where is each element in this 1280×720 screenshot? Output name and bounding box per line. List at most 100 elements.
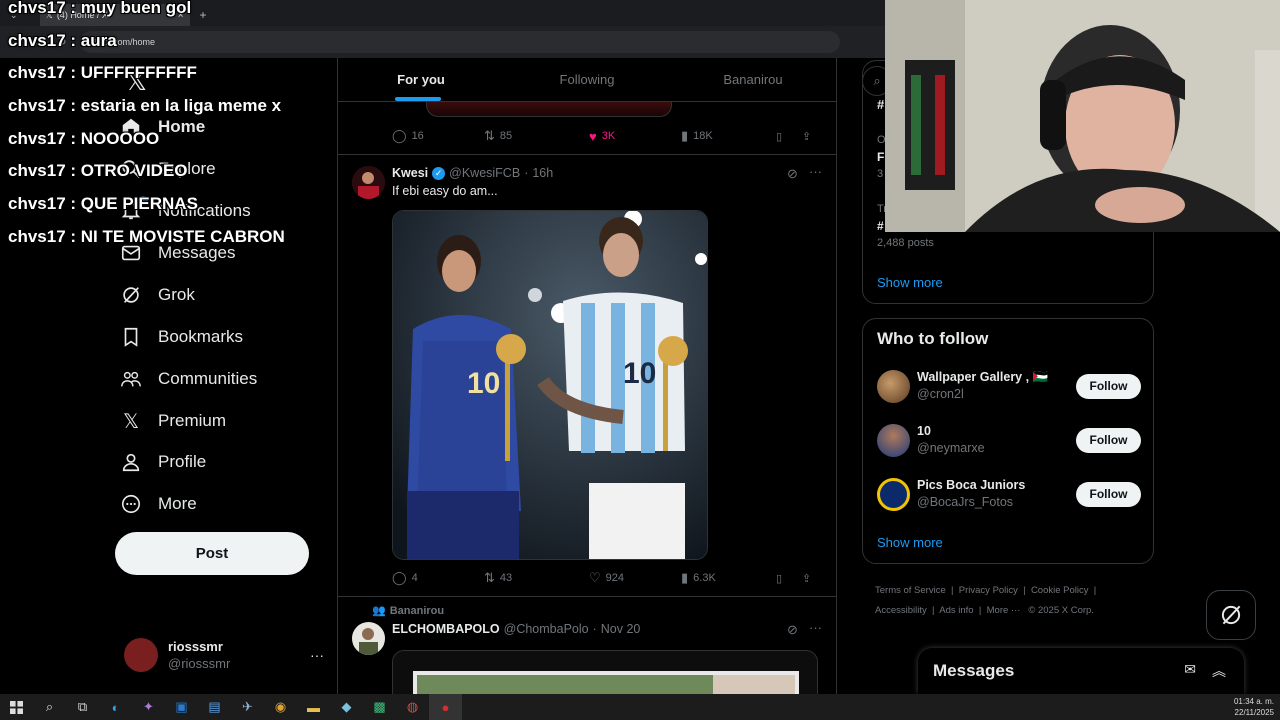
footer-link[interactable]: Cookie Policy — [1031, 585, 1089, 596]
follow-button[interactable]: Follow — [1076, 427, 1141, 453]
tweet-handle[interactable]: @ChombaPolo — [504, 622, 589, 636]
chat-message: chvs17 : NOOOOO — [8, 128, 160, 148]
previous-tweet-media[interactable] — [426, 102, 672, 117]
verified-badge-icon: ✓ — [432, 166, 446, 180]
chat-user: chvs17 — [8, 194, 66, 214]
copilot-icon[interactable]: ✦ — [132, 694, 165, 720]
follow-suggestion[interactable]: Wallpaper Gallery , 🇵🇸 @cron2l Follow — [877, 366, 1141, 406]
trend-hashtag[interactable]: # — [877, 97, 884, 112]
clock-date: 22/11/2025 — [1234, 708, 1274, 717]
tweet-time[interactable]: Nov 20 — [601, 622, 641, 636]
footer-link[interactable]: Accessibility — [875, 605, 927, 616]
tweet-avatar[interactable] — [352, 166, 385, 199]
tab-following[interactable]: Following — [504, 58, 670, 101]
bookmark-icon[interactable]: ▯ — [776, 572, 802, 585]
footer-link[interactable]: More ··· — [987, 605, 1021, 616]
follow-button[interactable]: Follow — [1076, 373, 1141, 399]
chat-user: chvs17 — [8, 128, 66, 148]
nav-premium[interactable]: 𝕏 Premium — [120, 410, 226, 433]
nav-more[interactable]: More — [120, 493, 197, 515]
follow-suggestion[interactable]: 10 @neymarxe Follow — [877, 420, 1141, 460]
tool-icon[interactable]: ✈ — [231, 694, 264, 720]
app-green-icon[interactable]: ▩ — [363, 694, 396, 720]
tweet-photo[interactable]: 10 10 — [392, 210, 708, 560]
chrome-icon[interactable]: ◍ — [396, 694, 429, 720]
boca-juniors-logo-icon — [877, 477, 910, 511]
bookmark-icon[interactable]: ▯ — [776, 130, 802, 143]
svg-text:10: 10 — [467, 367, 500, 400]
reply-button[interactable]: ◯ 4 — [392, 570, 484, 586]
taskbar-clock[interactable]: 01:34 a. m. 22/11/2025 — [1234, 696, 1274, 718]
grok-icon[interactable]: ⊘ — [787, 166, 798, 182]
grok-button[interactable] — [1206, 590, 1256, 640]
social-context-text[interactable]: Bananirou — [390, 605, 444, 617]
task-view-icon[interactable]: ⧉ — [66, 694, 99, 720]
repost-button[interactable]: ⇅ 85 — [484, 128, 589, 144]
tab-bananirou[interactable]: Bananirou — [670, 58, 836, 101]
grok-icon[interactable]: ⊘ — [787, 622, 798, 638]
messages-drawer[interactable]: Messages ✉ ︽ — [918, 648, 1244, 694]
like-button[interactable]: ♡ 924 — [589, 570, 681, 586]
chat-message: chvs17 : aura — [8, 30, 117, 50]
timeline-tabs: For you Following Bananirou — [338, 58, 836, 102]
like-button[interactable]: ♥ 3K — [589, 129, 681, 144]
tab-for-you[interactable]: For you — [338, 58, 504, 101]
share-icon[interactable]: ⇪ — [802, 572, 811, 585]
views-icon: ▮ — [681, 128, 689, 143]
edge-icon[interactable]: ◐ — [99, 694, 132, 720]
svg-text:10: 10 — [623, 357, 656, 390]
account-switcher[interactable]: riosssmr @riosssmr ··· — [124, 638, 324, 672]
tweet-handle[interactable]: @KwesiFCB — [449, 166, 520, 180]
store-icon[interactable]: ▤ — [198, 694, 231, 720]
folder-icon[interactable]: ▬ — [297, 694, 330, 720]
outlook-icon[interactable]: ▣ — [165, 694, 198, 720]
tweet-author-name[interactable]: Kwesi — [392, 166, 428, 180]
nav-grok[interactable]: Grok — [120, 284, 195, 306]
nav-bookmarks[interactable]: Bookmarks — [120, 326, 243, 348]
bookmark-icon — [120, 326, 142, 348]
account-menu-icon[interactable]: ··· — [310, 647, 324, 663]
footer-link[interactable]: Ads info — [939, 605, 973, 616]
x-icon: 𝕏 — [122, 410, 140, 433]
views-button[interactable]: ▮ 18K — [681, 128, 776, 144]
reply-count: 4 — [411, 572, 418, 584]
tweet-dot: · — [592, 622, 597, 636]
footer-link[interactable]: Terms of Service — [875, 585, 946, 596]
clock-time: 01:34 a. m. — [1233, 697, 1274, 706]
trends-show-more-link[interactable]: Show more — [877, 275, 943, 290]
tweet-avatar[interactable] — [352, 622, 385, 655]
app-icon[interactable]: ◆ — [330, 694, 363, 720]
windows-start-icon[interactable] — [0, 694, 33, 720]
divider — [338, 154, 836, 155]
suggestion-handle: @BocaJrs_Fotos — [917, 495, 1014, 509]
recording-icon[interactable]: ● — [429, 694, 462, 720]
tweet-author-name[interactable]: ELCHOMBAPOLO — [392, 622, 500, 636]
footer-link[interactable]: Privacy Policy — [959, 585, 1018, 596]
views-icon: ▮ — [681, 570, 689, 585]
follow-button[interactable]: Follow — [1076, 481, 1141, 507]
trend-title[interactable]: # — [877, 219, 884, 233]
chat-text: NI TE MOVISTE CABRON — [80, 226, 285, 246]
social-context: 👥 Bananirou — [372, 604, 444, 618]
who-to-follow-show-more-link[interactable]: Show more — [877, 535, 943, 550]
expand-up-icon[interactable]: ︽ — [1212, 661, 1226, 681]
nav-profile[interactable]: Profile — [120, 451, 206, 473]
more-icon[interactable]: ··· — [809, 620, 822, 635]
reply-icon: ◯ — [392, 128, 407, 143]
new-message-icon[interactable]: ✉ — [1184, 661, 1196, 681]
more-icon[interactable]: ··· — [809, 164, 822, 179]
reply-button[interactable]: ◯ 16 — [392, 128, 484, 144]
tweet-header: ELCHOMBAPOLO @ChombaPolo · Nov 20 — [392, 622, 640, 636]
stream-chat-overlay: chvs17 : muy buen gol chvs17 : aura chvs… — [8, 0, 285, 254]
chrome-alt-icon[interactable]: ◉ — [264, 694, 297, 720]
repost-button[interactable]: ⇅ 43 — [484, 570, 589, 586]
post-button[interactable]: Post — [115, 532, 309, 575]
search-icon[interactable]: ⌕ — [33, 694, 66, 720]
views-button[interactable]: ▮ 6.3K — [681, 570, 776, 586]
nav-communities[interactable]: Communities — [120, 368, 257, 390]
share-icon[interactable]: ⇪ — [802, 130, 811, 143]
tweet-time[interactable]: 16h — [532, 166, 553, 180]
follow-suggestion[interactable]: Pics Boca Juniors @BocaJrs_Fotos Follow — [877, 474, 1141, 514]
tweet-photo[interactable] — [392, 650, 818, 694]
chat-user: chvs17 — [8, 161, 66, 181]
